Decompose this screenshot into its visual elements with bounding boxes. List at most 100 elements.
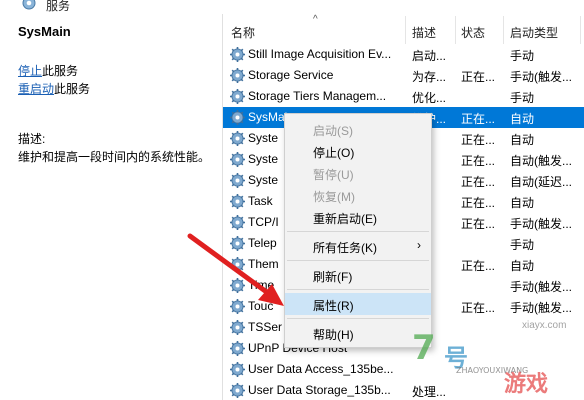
service-startup-cell: 手动: [510, 91, 535, 105]
restart-action: 重启动此服务: [18, 80, 90, 97]
menu-item-label: 重新启动(E): [313, 212, 377, 226]
service-desc-cell: 优化...: [412, 91, 447, 105]
stop-suffix: 此服务: [42, 64, 79, 78]
service-gear-icon: [229, 382, 246, 399]
menu-item-label: 刷新(F): [313, 270, 353, 284]
service-desc-cell: 为存...: [412, 70, 447, 84]
column-divider[interactable]: [455, 16, 456, 44]
service-startup-cell: 自动: [510, 112, 535, 126]
sort-indicator-icon: ^: [313, 14, 318, 25]
context-menu-item[interactable]: 属性(R): [285, 293, 431, 315]
service-gear-icon: [229, 340, 246, 357]
menu-item-label: 所有任务(K): [313, 241, 377, 255]
service-gear-icon: [229, 67, 246, 84]
service-gear-icon: [229, 193, 246, 210]
service-row[interactable]: User Data Storage_135b... 处理...: [223, 380, 584, 400]
restart-service-link[interactable]: 重启动: [18, 82, 54, 96]
context-menu-item[interactable]: 暂停(U): [285, 162, 431, 184]
service-startup-cell: 手动: [510, 49, 535, 63]
service-status-cell: 正在...: [461, 154, 496, 168]
column-header-name[interactable]: 名称: [231, 24, 255, 41]
service-gear-icon: [229, 361, 246, 378]
service-desc-cell: 处理...: [412, 385, 447, 399]
service-status-cell: 正在...: [461, 112, 496, 126]
menu-item-label: 属性(R): [313, 299, 354, 313]
service-gear-icon: [229, 46, 246, 63]
context-menu-item[interactable]: 恢复(M): [285, 184, 431, 206]
service-row[interactable]: Still Image Acquisition Ev... 启动... 手动: [223, 44, 584, 65]
menu-separator: [287, 289, 429, 290]
service-gear-icon: [229, 235, 246, 252]
stop-action: 停止此服务: [18, 62, 78, 79]
service-startup-cell: 自动(延迟...: [510, 175, 572, 189]
context-menu-item[interactable]: 刷新(F): [285, 264, 431, 286]
service-row[interactable]: User Data Access_135be...: [223, 359, 584, 380]
service-status-cell: 正在...: [461, 196, 496, 210]
title-bar: 服务: [0, 0, 584, 14]
restart-suffix: 此服务: [54, 82, 91, 96]
service-row[interactable]: Storage Service 为存... 正在... 手动(触发...: [223, 65, 584, 86]
service-gear-icon: [229, 214, 246, 231]
services-gear-icon: [20, 0, 38, 15]
service-status-cell: 正在...: [461, 301, 496, 315]
context-menu-item[interactable]: 所有任务(K) ›: [285, 235, 431, 257]
column-divider[interactable]: [503, 16, 504, 44]
service-status-cell: 正在...: [461, 70, 496, 84]
column-header-status[interactable]: 状态: [461, 24, 485, 41]
column-divider[interactable]: [405, 16, 406, 44]
stop-service-link[interactable]: 停止: [18, 64, 42, 78]
menu-item-label: 恢复(M): [313, 190, 355, 204]
service-status-cell: 正在...: [461, 259, 496, 273]
service-gear-icon: [229, 172, 246, 189]
menu-separator: [287, 231, 429, 232]
service-desc-cell: 启动...: [412, 49, 447, 63]
service-startup-cell: 自动: [510, 133, 535, 147]
menu-item-label: 帮助(H): [313, 328, 354, 342]
context-menu-item[interactable]: 重新启动(E): [285, 206, 431, 228]
service-name-cell: User Data Storage_135b...: [248, 383, 391, 397]
description-text: 维护和提高一段时间内的系统性能。: [18, 150, 211, 164]
service-row[interactable]: Storage Tiers Managem... 优化... 手动: [223, 86, 584, 107]
service-gear-icon: [229, 319, 246, 336]
context-menu-item[interactable]: 停止(O): [285, 140, 431, 162]
service-name-cell: Storage Service: [248, 68, 334, 82]
service-status-cell: 正在...: [461, 217, 496, 231]
selected-service-name: SysMain: [18, 24, 71, 39]
service-gear-icon: [229, 130, 246, 147]
submenu-arrow-icon: ›: [417, 238, 421, 252]
column-header-desc[interactable]: 描述: [412, 24, 436, 41]
service-gear-icon: [229, 256, 246, 273]
service-name-cell: Storage Tiers Managem...: [248, 89, 387, 103]
service-startup-cell: 自动: [510, 196, 535, 210]
menu-item-label: 暂停(U): [313, 168, 354, 182]
service-status-cell: 正在...: [461, 175, 496, 189]
context-menu: 启动(S) 停止(O) 暂停(U) 恢复(M) 重新启动(E) 所有任务(K) › 刷新(F)…: [284, 113, 432, 348]
menu-item-label: 停止(O): [313, 146, 355, 160]
service-startup-cell: 手动(触发...: [510, 70, 572, 84]
menu-separator: [287, 318, 429, 319]
context-menu-item[interactable]: 启动(S): [285, 118, 431, 140]
service-gear-icon: [229, 88, 246, 105]
menu-separator: [287, 260, 429, 261]
service-startup-cell: 手动: [510, 238, 535, 252]
service-startup-cell: 手动(触发...: [510, 280, 572, 294]
column-header-startup[interactable]: 启动类型: [510, 24, 558, 41]
service-gear-icon: [229, 109, 246, 126]
service-gear-icon: [229, 298, 246, 315]
service-startup-cell: 自动(触发...: [510, 154, 572, 168]
column-divider[interactable]: [580, 16, 581, 44]
service-startup-cell: 手动(触发...: [510, 301, 572, 315]
list-header: ^ 名称 描述 状态 启动类型: [223, 14, 584, 44]
service-startup-cell: 自动: [510, 259, 535, 273]
context-menu-item[interactable]: 帮助(H): [285, 322, 431, 344]
service-startup-cell: 手动(触发...: [510, 217, 572, 231]
window-title: 服务: [46, 0, 71, 13]
service-status-cell: 正在...: [461, 133, 496, 147]
service-name-cell: User Data Access_135be...: [248, 362, 394, 376]
service-name-cell: Still Image Acquisition Ev...: [248, 47, 392, 61]
description-label: 描述:: [18, 132, 46, 146]
service-details-pane: SysMain 停止此服务 重启动此服务 描述: 维护和提高一段时间内的系统性能…: [0, 14, 222, 400]
service-gear-icon: [229, 151, 246, 168]
service-gear-icon: [229, 277, 246, 294]
menu-item-label: 启动(S): [313, 124, 353, 138]
